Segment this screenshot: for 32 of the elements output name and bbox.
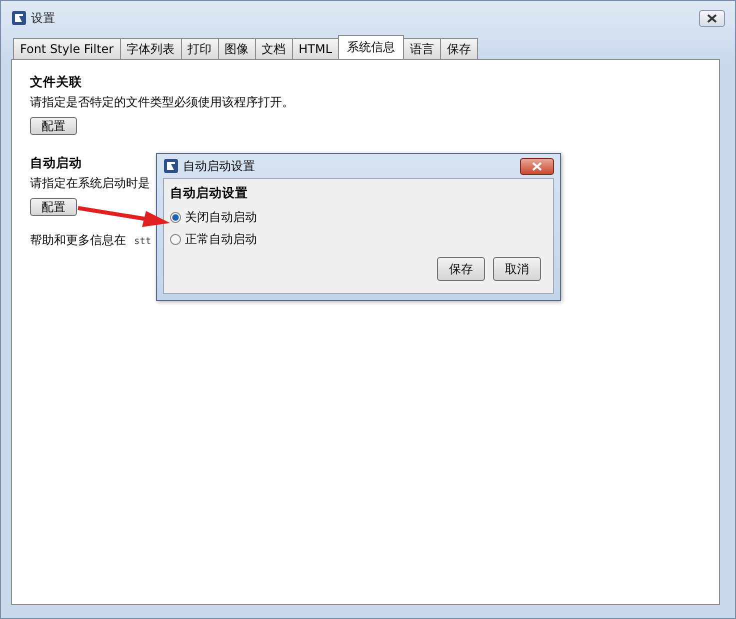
section-heading: 自动启动 xyxy=(30,155,82,172)
app-icon xyxy=(163,158,179,174)
help-text: 帮助和更多信息在 xyxy=(30,232,126,249)
dialog-button[interactable]: 取消 xyxy=(493,257,541,281)
close-icon xyxy=(707,14,717,22)
dialog-button[interactable]: 保存 xyxy=(437,257,485,281)
section-heading: 文件关联 xyxy=(30,74,82,91)
tab[interactable]: 保存 xyxy=(440,38,478,59)
radio-button[interactable] xyxy=(170,212,181,222)
help-link[interactable]: stt xyxy=(134,236,152,247)
close-button[interactable] xyxy=(520,158,554,174)
tab[interactable]: HTML xyxy=(292,38,340,59)
dialog-title: 自动启动设置 xyxy=(183,158,255,174)
radio-option[interactable]: 关闭自动启动 xyxy=(170,206,547,228)
configure-button[interactable]: 配置 xyxy=(30,198,77,216)
radio-option[interactable]: 正常自动启动 xyxy=(170,228,547,250)
tab[interactable]: 语言 xyxy=(403,38,442,59)
tab[interactable]: 打印 xyxy=(180,38,219,59)
tab[interactable]: 图像 xyxy=(218,38,256,59)
dialog-heading: 自动启动设置 xyxy=(170,185,249,202)
section-description: 请指定在系统启动时是 xyxy=(30,175,150,192)
window-title: 设置 xyxy=(31,10,55,26)
close-icon xyxy=(532,162,542,170)
app-icon xyxy=(11,10,27,26)
tab[interactable]: 文档 xyxy=(254,38,293,59)
tab[interactable]: 系统信息 xyxy=(338,35,404,59)
radio-button[interactable] xyxy=(170,234,181,244)
configure-button[interactable]: 配置 xyxy=(30,117,77,135)
tab[interactable]: Font Style Filter xyxy=(13,38,121,59)
close-button[interactable] xyxy=(699,10,725,26)
section-description: 请指定是否特定的文件类型必须使用该程序打开。 xyxy=(30,94,294,111)
tab[interactable]: 字体列表 xyxy=(120,38,182,59)
